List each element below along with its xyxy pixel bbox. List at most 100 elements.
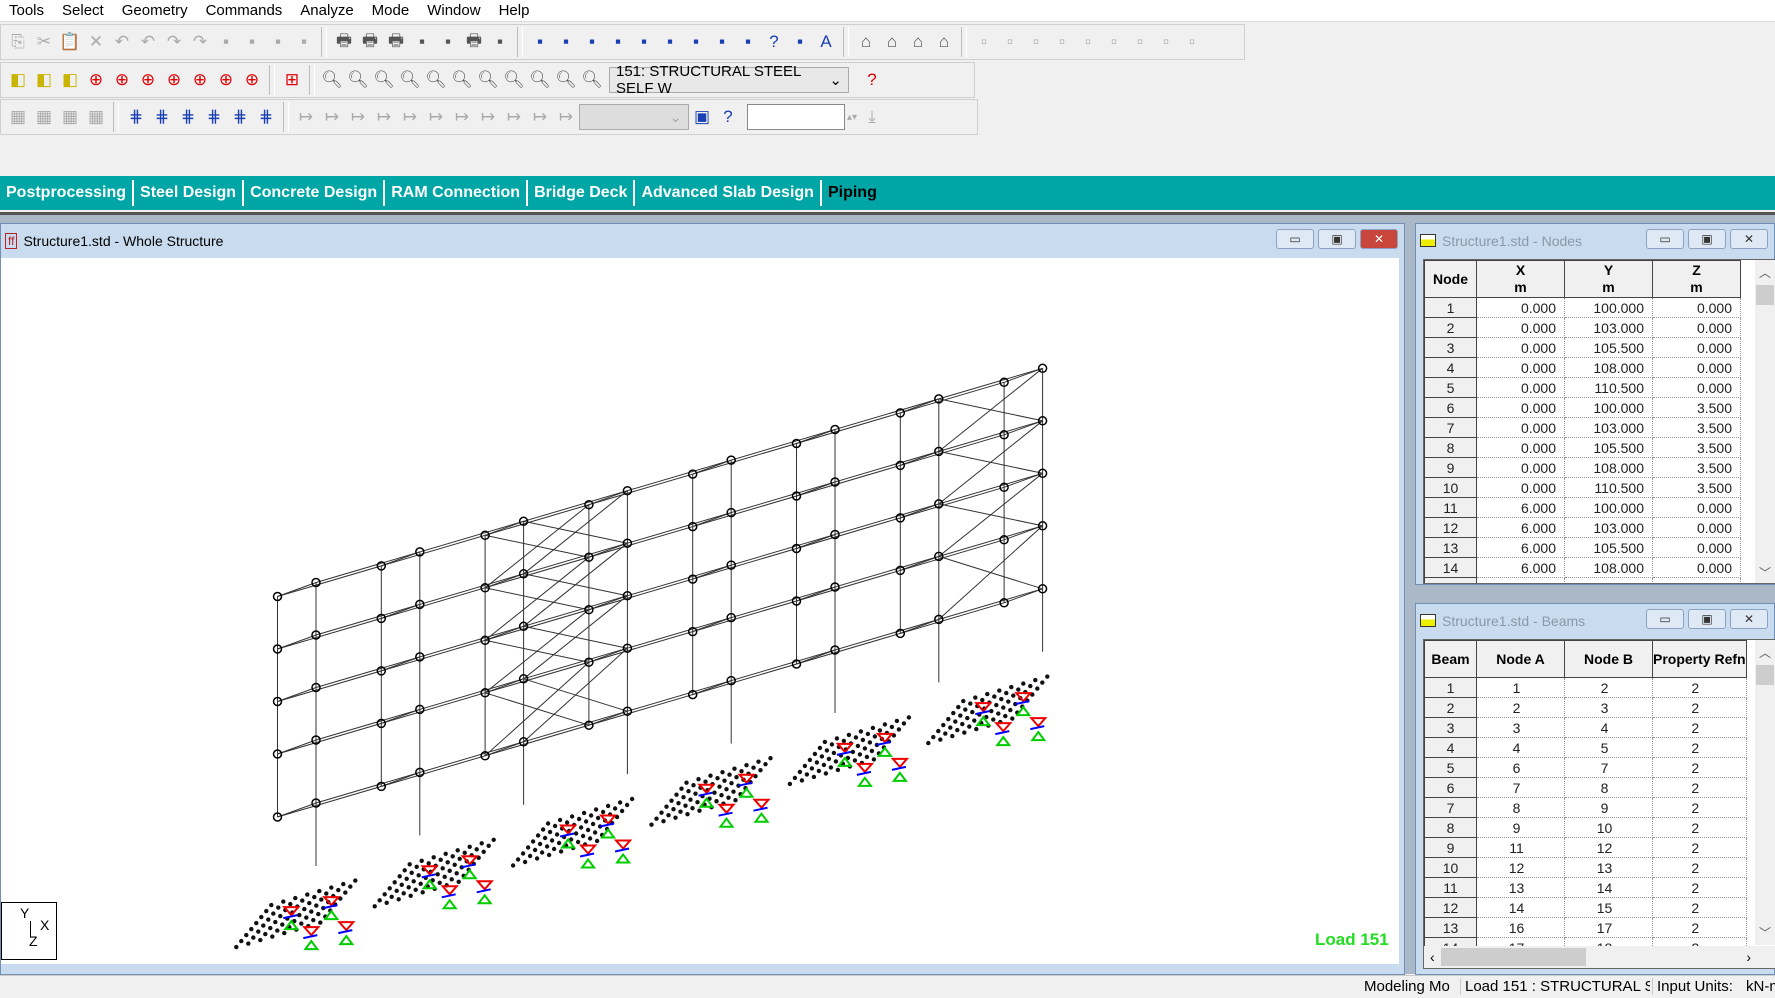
table-cell[interactable]: 0.000 [1652,557,1741,578]
tab-postprocessing[interactable]: Postprocessing [0,180,135,206]
footing-pad[interactable] [926,674,1050,747]
beam-member[interactable] [277,486,1005,702]
minimize-button[interactable]: ▭ [1276,229,1314,249]
close-button[interactable]: ✕ [1730,609,1768,629]
table-cell[interactable]: 3 [1476,717,1565,738]
rotate-right-icon[interactable]: ⊕ [161,67,187,93]
row-header[interactable]: 13 [1424,537,1477,558]
bracing-member[interactable] [938,503,1043,527]
table-cell[interactable]: 2 [1652,837,1747,858]
clear-query-icon[interactable]: ▪ [735,29,761,55]
table-row[interactable]: 7892 [1424,797,1747,818]
table-row[interactable]: 156.000110.5000.000 [1424,577,1741,583]
table-cell[interactable]: 16 [1476,917,1565,938]
table-cell[interactable]: 105.500 [1564,537,1653,558]
tab-steel-design[interactable]: Steel Design [134,180,245,206]
table-cell[interactable]: 0.000 [1476,357,1565,378]
table-cell[interactable]: 2 [1652,857,1747,878]
tab-advanced-slab-design[interactable]: Advanced Slab Design [635,180,822,206]
table-cell[interactable]: 2 [1652,877,1747,898]
result-type-select[interactable]: ⌄ [579,104,689,130]
table-cell[interactable]: 0.000 [1476,477,1565,498]
help-window-icon[interactable]: ? [715,104,741,130]
node-grid-icon[interactable]: ▦ [5,104,31,130]
maximize-button[interactable]: ▣ [1688,609,1726,629]
load-case-select[interactable]: 151: STRUCTURAL STEEL SELF W ⌄ [609,63,849,97]
cylinder-icon[interactable]: ▫ [997,29,1023,55]
row-header[interactable]: 8 [1424,437,1477,458]
cross-bracing-icon[interactable]: ⋕ [175,104,201,130]
rotate-select-icon[interactable]: ⊕ [239,67,265,93]
select-geometry-icon[interactable]: ▦ [57,104,83,130]
hammer-icon[interactable]: ▪ [291,29,317,55]
table-row[interactable]: 10 0.000 110.500 3.500 [1424,477,1741,498]
minimize-button[interactable]: ▭ [1646,609,1684,629]
menu-help[interactable]: Help [490,2,539,19]
column-header[interactable]: Zm [1652,260,1741,298]
table-cell[interactable]: 105.500 [1564,337,1653,358]
beam-member[interactable] [315,588,1043,804]
row-header[interactable]: 3 [1424,717,1477,738]
structure-diagram-icon[interactable]: ▪ [787,29,813,55]
page-setup-icon[interactable]: ▪ [487,29,513,55]
table-row[interactable]: 1122 [1424,677,1747,698]
spin-left-icon[interactable]: ⊕ [187,67,213,93]
value-input[interactable] [747,104,845,130]
mx-icon[interactable]: ↦ [371,104,397,130]
shear-icon[interactable]: ↦ [449,104,475,130]
structure-viewport[interactable]: Y X Z Load 151 [1,258,1399,964]
stress-icon[interactable]: ↦ [553,104,579,130]
menu-select[interactable]: Select [53,2,113,19]
iso-view-icon[interactable]: ◧ [5,67,31,93]
display-icon[interactable]: ▪ [553,29,579,55]
table-cell[interactable]: 6.000 [1476,517,1565,538]
print-current-view-icon[interactable]: 🖶 [383,29,409,55]
row-header[interactable]: 7 [1424,417,1477,438]
note-icon[interactable]: ▫ [1049,29,1075,55]
table-row[interactable]: 12 6.000 103.000 0.000 [1424,517,1741,538]
beam-member[interactable] [315,420,1043,636]
text-icon[interactable]: ▫ [1023,29,1049,55]
table-cell[interactable]: 0.000 [1476,417,1565,438]
zoom-fit-icon[interactable]: 🔍︎ [475,67,501,93]
beam-forces-icon[interactable]: ⋕ [123,104,149,130]
close-button[interactable]: ✕ [1730,229,1768,249]
rotate-up-icon[interactable]: ⊕ [83,67,109,93]
fx-icon[interactable]: ↦ [293,104,319,130]
copy-icon[interactable]: ⎘ [5,29,31,55]
row-header[interactable]: 10 [1424,857,1477,878]
table-cell[interactable]: 4 [1476,737,1565,758]
bracing-member[interactable] [484,639,590,663]
close-button[interactable]: ✕ [1360,229,1398,249]
table-cell[interactable]: 3.500 [1652,457,1741,478]
table-cell[interactable]: 108.000 [1564,457,1653,478]
print-preview-report-icon[interactable]: 🖶 [461,29,487,55]
beam-section-icon[interactable]: ⌂ [853,29,879,55]
table-cell[interactable]: 0.000 [1652,357,1741,378]
table-cell[interactable]: 8 [1564,777,1653,798]
table-cell[interactable]: 0.000 [1652,497,1741,518]
structure-model[interactable] [1,258,1399,964]
row-header[interactable]: 12 [1424,517,1477,538]
tab-ram-connection[interactable]: RAM Connection [385,180,529,206]
minimize-button[interactable]: ▭ [1646,229,1684,249]
bracing-member[interactable] [938,398,1043,422]
table-cell[interactable]: 0.000 [1476,297,1565,318]
table-row[interactable]: 5672 [1424,757,1747,778]
table-cell[interactable]: 108.000 [1564,357,1653,378]
new-page-icon[interactable]: ▪ [527,29,553,55]
font-icon[interactable]: A [813,29,839,55]
table-row[interactable]: 1 0.000 100.000 0.000 [1424,297,1741,318]
table-cell[interactable]: 0.000 [1652,317,1741,338]
table-cell[interactable]: 2 [1476,697,1565,718]
table-row[interactable]: 6 0.000 100.000 3.500 [1424,397,1741,418]
shade-icon[interactable]: 🔍︎ [579,67,605,93]
torsion-icon[interactable]: ↦ [501,104,527,130]
table-cell[interactable]: 100.000 [1564,397,1653,418]
table-cell[interactable]: 2 [1652,697,1747,718]
redo-list-icon[interactable]: ↷ [187,29,213,55]
table-row[interactable]: 3 0.000 105.500 0.000 [1424,337,1741,358]
magnify-icon[interactable]: 🔍︎ [553,67,579,93]
row-header[interactable]: 5 [1424,757,1477,778]
pan-icon[interactable]: 🔍︎ [527,67,553,93]
